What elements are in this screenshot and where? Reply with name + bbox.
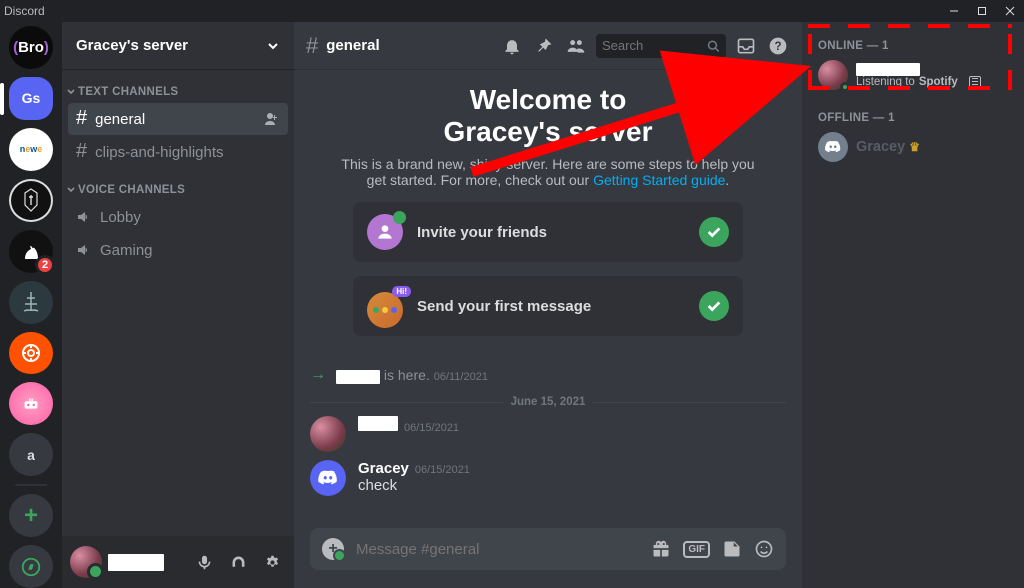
check-icon <box>699 217 729 247</box>
server-icon[interactable]: 2 <box>9 230 53 273</box>
rich-presence-icon <box>969 76 981 88</box>
avatar[interactable] <box>310 416 346 452</box>
server-icon[interactable]: newe <box>9 128 53 171</box>
text-channels-category[interactable]: TEXT CHANNELS <box>62 80 294 102</box>
server-icon[interactable] <box>9 382 53 425</box>
notifications-button[interactable] <box>500 34 524 58</box>
upload-button[interactable]: + <box>322 538 344 560</box>
member-list-toggle[interactable] <box>564 34 588 58</box>
member-name-redacted <box>856 63 920 76</box>
gif-button[interactable]: GIF <box>683 541 710 558</box>
voice-channels-category[interactable]: VOICE CHANNELS <box>62 178 294 200</box>
home-server-icon[interactable]: (Bro) <box>9 26 53 69</box>
self-avatar[interactable] <box>70 546 102 578</box>
chevron-down-icon <box>66 185 76 195</box>
hash-icon: # <box>306 33 318 59</box>
server-header[interactable]: Gracey's server <box>62 22 294 70</box>
search-input[interactable] <box>602 38 707 53</box>
sticker-button[interactable] <box>722 539 742 559</box>
check-icon <box>699 291 729 321</box>
getting-started-link[interactable]: Getting Started guide <box>593 172 725 188</box>
create-invite-icon[interactable] <box>264 111 280 127</box>
channel-topbar: # general ? <box>294 22 802 70</box>
hash-icon: # <box>76 140 87 163</box>
avatar <box>818 132 848 162</box>
server-icon[interactable] <box>9 281 53 324</box>
join-arrow-icon: → <box>310 366 326 384</box>
main-area: # general ? Welcome toGracey's serv <box>294 22 1024 588</box>
members-offline-header: OFFLINE — 1 <box>810 108 1016 128</box>
member-list: ONLINE — 1 Listening to Spotify OFFLINE … <box>802 22 1024 588</box>
message-composer[interactable]: + GIF <box>310 528 786 570</box>
user-settings-button[interactable] <box>258 548 286 576</box>
emoji-button[interactable] <box>754 539 774 559</box>
system-join-message: → is here. 06/11/2021 <box>310 366 786 384</box>
voice-channel-gaming[interactable]: Gaming <box>68 234 288 266</box>
members-online-header: ONLINE — 1 <box>810 36 1016 56</box>
server-icon[interactable] <box>9 179 53 222</box>
server-rail: (Bro) Gs newe 2 a + <box>0 22 62 588</box>
server-icon[interactable]: a <box>9 433 53 476</box>
server-name: Gracey's server <box>76 37 188 54</box>
server-icon[interactable] <box>9 332 53 375</box>
message-item: 06/15/2021 <box>310 416 786 452</box>
pinned-messages-button[interactable] <box>532 34 556 58</box>
app-name: Discord <box>4 4 45 18</box>
speaker-icon <box>76 209 92 225</box>
unread-badge: 2 <box>35 255 55 275</box>
voice-channel-lobby[interactable]: Lobby <box>68 201 288 233</box>
deafen-button[interactable] <box>224 548 252 576</box>
title-bar: Discord <box>0 0 1024 22</box>
username-redacted <box>358 416 398 431</box>
self-username-redacted <box>108 554 164 571</box>
chevron-down-icon <box>266 39 280 53</box>
member-name: Gracey♛ <box>856 139 920 155</box>
inbox-button[interactable] <box>734 34 758 58</box>
avatar[interactable] <box>310 460 346 496</box>
chevron-down-icon <box>66 87 76 97</box>
message-scroll[interactable]: Welcome toGracey's server This is a bran… <box>294 70 802 518</box>
channel-sidebar: Gracey's server TEXT CHANNELS # general … <box>62 22 294 588</box>
channel-title: general <box>326 37 379 54</box>
server-graceys[interactable]: Gs <box>9 77 53 120</box>
channel-clips-and-highlights[interactable]: # clips-and-highlights <box>68 136 288 168</box>
user-panel <box>62 536 294 588</box>
member-online[interactable]: Listening to Spotify <box>810 56 1016 94</box>
message-body: check <box>358 477 470 496</box>
help-button[interactable]: ? <box>766 34 790 58</box>
message-author: Gracey <box>358 460 409 477</box>
search-box[interactable] <box>596 34 726 58</box>
rail-separator <box>15 484 47 486</box>
invite-icon <box>367 214 403 250</box>
explore-servers-button[interactable] <box>9 545 53 588</box>
username-redacted <box>336 370 380 384</box>
date-divider: June 15, 2021 <box>310 396 786 408</box>
mute-mic-button[interactable] <box>190 548 218 576</box>
onboarding-card-invite[interactable]: Invite your friends <box>353 202 743 262</box>
gift-button[interactable] <box>651 539 671 559</box>
window-minimize-button[interactable] <box>940 0 968 22</box>
onboarding-card-send[interactable]: Send your first message <box>353 276 743 336</box>
avatar <box>818 60 848 90</box>
add-server-button[interactable]: + <box>9 494 53 537</box>
search-icon <box>707 39 720 53</box>
message-item: Gracey06/15/2021 check <box>310 460 786 496</box>
channel-general[interactable]: # general <box>68 103 288 135</box>
window-maximize-button[interactable] <box>968 0 996 22</box>
message-input[interactable] <box>356 541 639 558</box>
member-offline[interactable]: Gracey♛ <box>810 128 1016 166</box>
owner-crown-icon: ♛ <box>909 140 920 154</box>
member-activity: Listening to Spotify <box>856 76 981 88</box>
svg-text:?: ? <box>774 40 781 53</box>
hash-icon: # <box>76 107 87 130</box>
message-icon <box>367 292 403 328</box>
window-close-button[interactable] <box>996 0 1024 22</box>
speaker-icon <box>76 242 92 258</box>
welcome-block: Welcome toGracey's server This is a bran… <box>310 84 786 188</box>
